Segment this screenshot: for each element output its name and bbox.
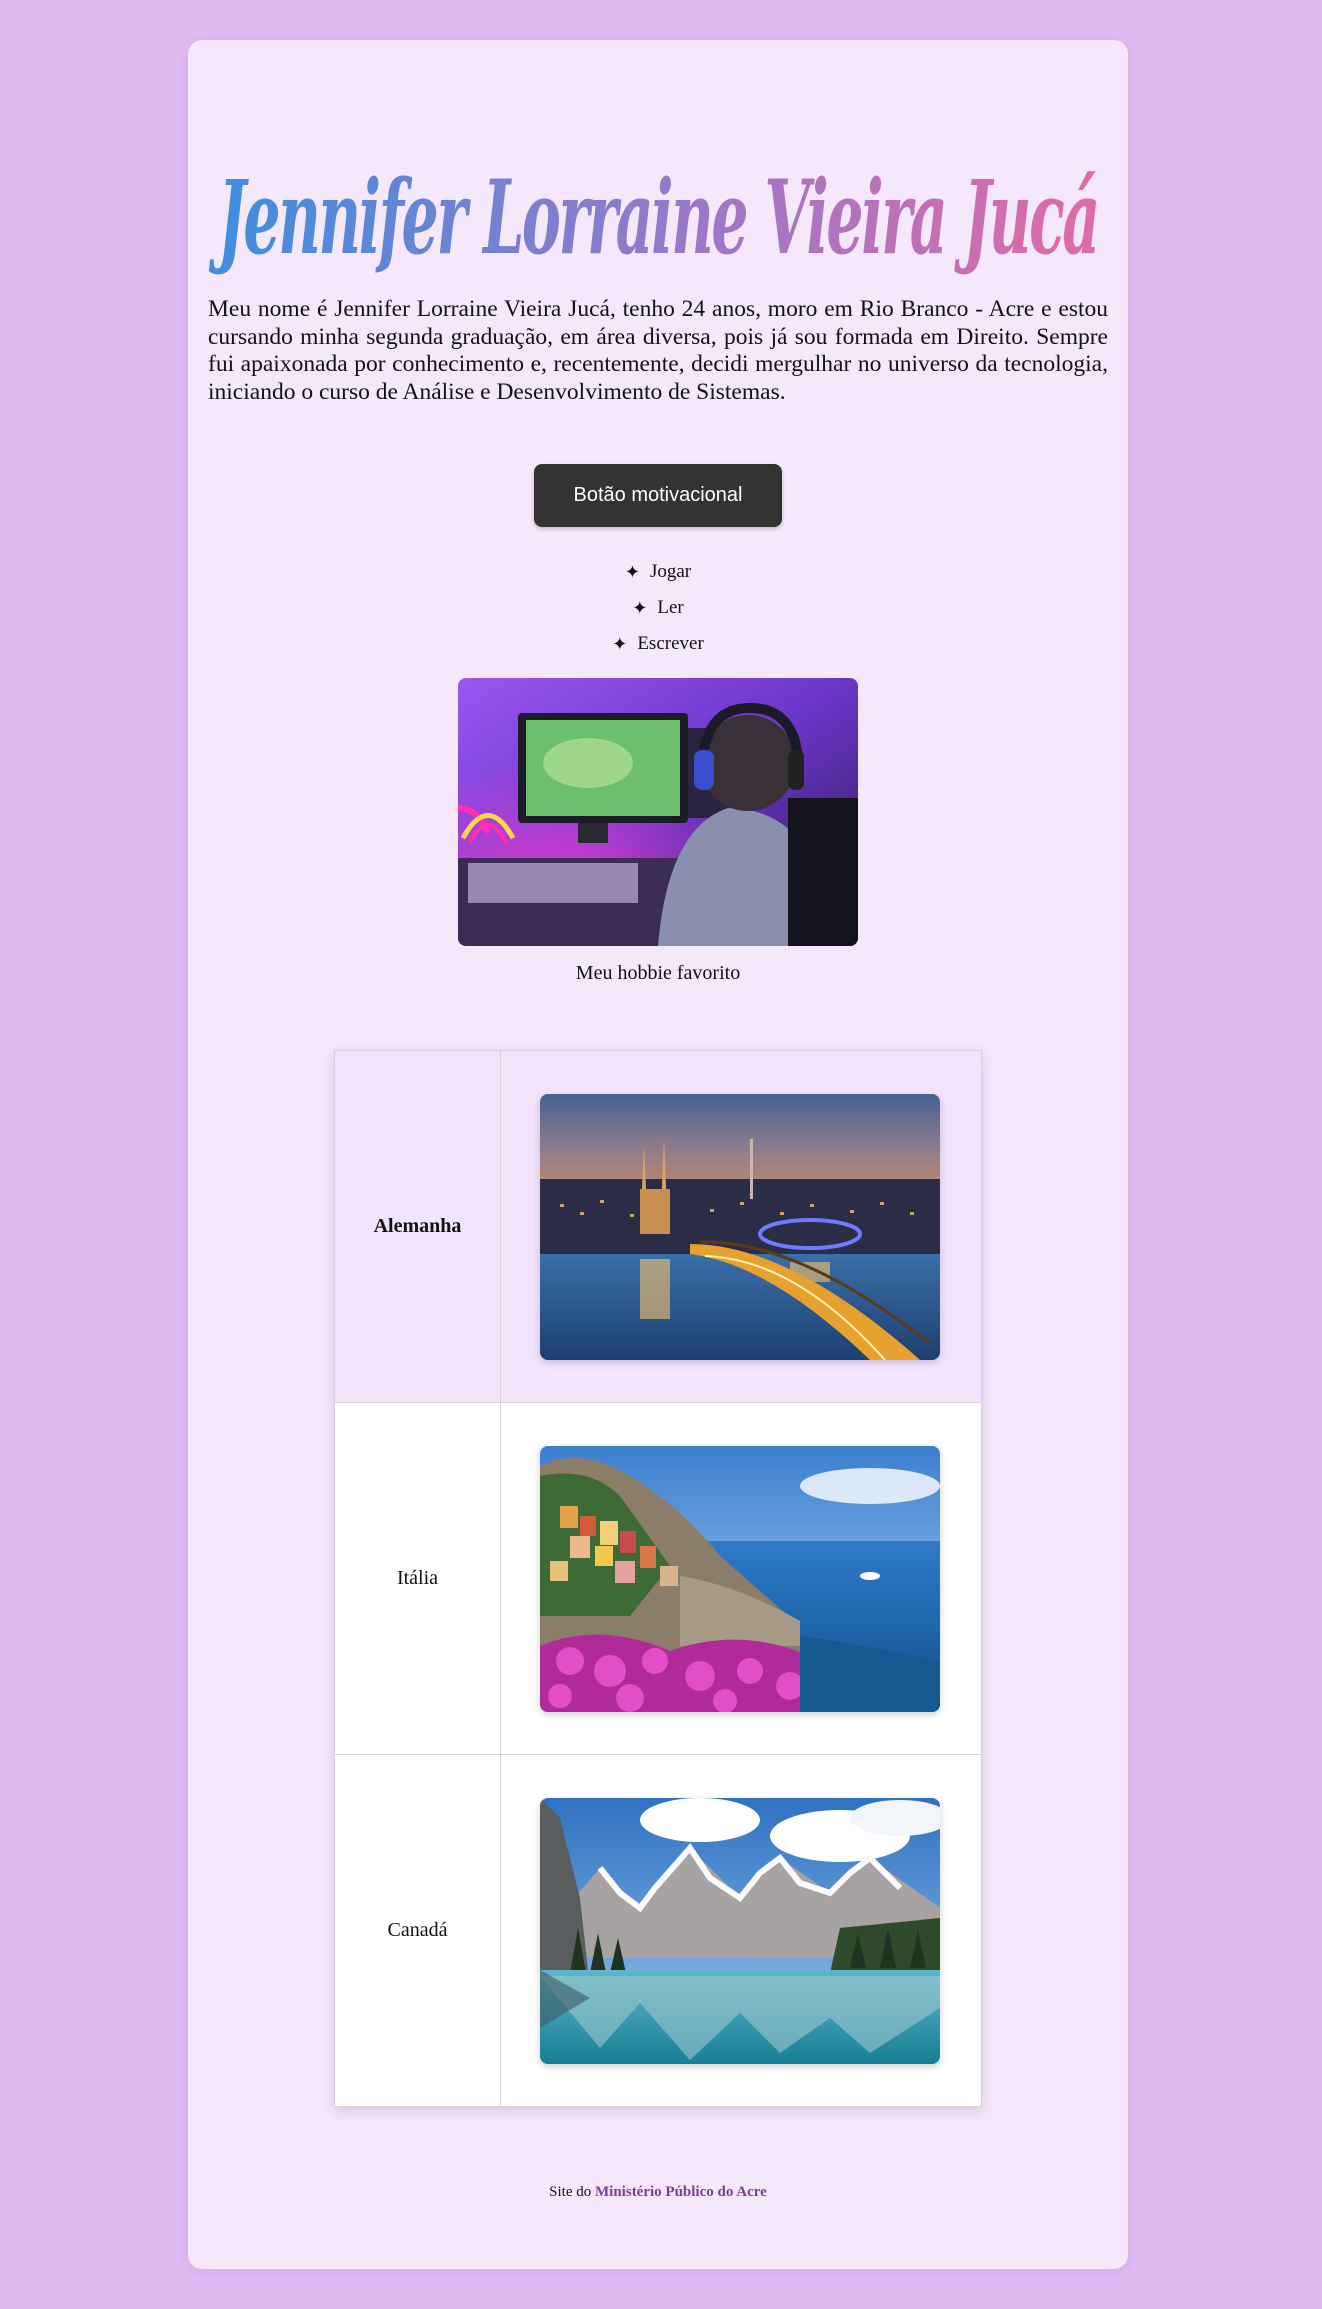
hobbies-list: ✦ Jogar ✦ Ler ✦ Escrever bbox=[188, 554, 1128, 662]
country-image-cell bbox=[500, 1050, 982, 1403]
table-row: Alemanha bbox=[333, 1050, 982, 1403]
country-image bbox=[540, 1093, 941, 1360]
country-image bbox=[540, 1797, 941, 2064]
motivational-button[interactable]: Botão motivacional bbox=[534, 464, 782, 527]
countries-table: Alemanha Itália Canadá bbox=[333, 1050, 982, 2107]
content-card: Jennifer Lorraine Vieira Jucá Meu nome é… bbox=[188, 40, 1128, 2269]
hobby-caption: Meu hobbie favorito bbox=[575, 962, 741, 984]
page-title: Jennifer Lorraine Vieira Jucá bbox=[208, 135, 1108, 295]
hobby-label: Jogar bbox=[649, 561, 692, 582]
page-title-text: Jennifer Lorraine Vieira Jucá bbox=[208, 158, 1098, 278]
hobby-label: Escrever bbox=[637, 633, 704, 654]
list-item: ✦ Escrever bbox=[188, 626, 1128, 662]
table-row: Canadá bbox=[333, 1754, 982, 2107]
star-bullet-icon: ✦ bbox=[624, 561, 640, 582]
mountain-lake-photo-icon bbox=[540, 1797, 941, 2064]
country-image bbox=[540, 1445, 941, 1712]
intro-paragraph: Meu nome é Jennifer Lorraine Vieira Jucá… bbox=[208, 296, 1108, 405]
country-name: Canadá bbox=[333, 1754, 502, 2107]
country-name: Alemanha bbox=[333, 1050, 502, 1403]
country-image-cell bbox=[500, 1402, 982, 1755]
gamer-photo-icon bbox=[458, 678, 858, 946]
cinque-terre-coast-photo-icon bbox=[540, 1445, 941, 1712]
footer-prefix: Site do bbox=[549, 2184, 592, 2200]
list-item: ✦ Jogar bbox=[188, 554, 1128, 590]
star-bullet-icon: ✦ bbox=[612, 633, 628, 654]
hobby-label: Ler bbox=[657, 597, 684, 618]
footer: Site do Ministério Público do Acre bbox=[188, 2184, 1128, 2201]
country-name: Itália bbox=[333, 1402, 502, 1755]
cologne-cathedral-night-photo-icon bbox=[540, 1093, 941, 1360]
hobby-image bbox=[458, 678, 858, 946]
footer-link[interactable]: Ministério Público do Acre bbox=[595, 2184, 767, 2200]
star-bullet-icon: ✦ bbox=[632, 597, 648, 618]
table-row: Itália bbox=[333, 1402, 982, 1755]
list-item: ✦ Ler bbox=[188, 590, 1128, 626]
country-image-cell bbox=[500, 1754, 982, 2107]
